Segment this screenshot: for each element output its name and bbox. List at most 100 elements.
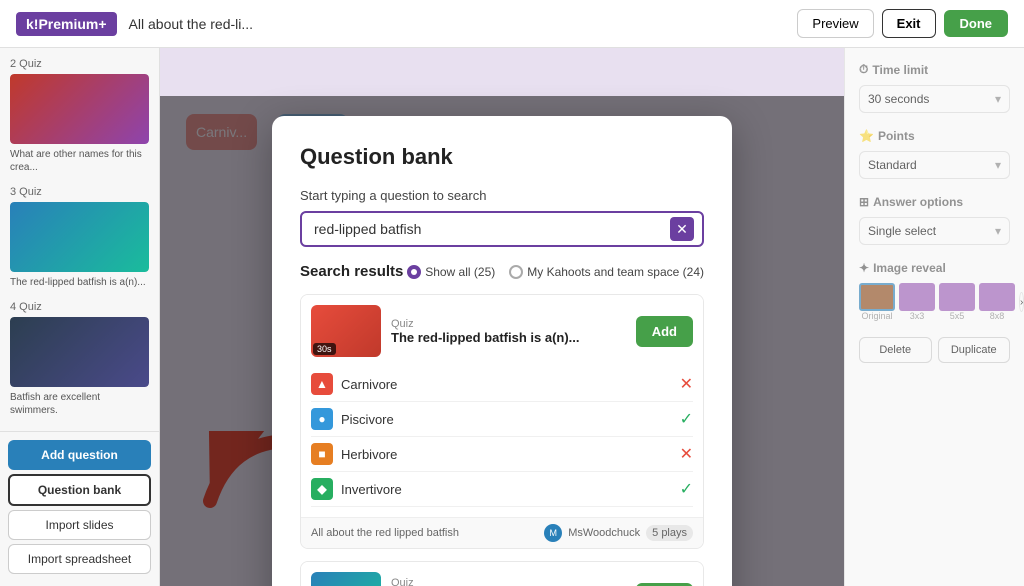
reveal-option-3x3[interactable]: 3x3 (899, 283, 935, 321)
result-info-1: Quiz The red-lipped batfish is a(n)... (391, 318, 626, 345)
points-title: ⭐ Points (859, 129, 1010, 143)
clock-icon: ⏱ (859, 62, 868, 77)
sidebar-item-2[interactable]: 2 Quiz What are other names for this cre… (10, 58, 149, 174)
answer-left: ◆ Invertivore (311, 478, 402, 500)
result-question-1: The red-lipped batfish is a(n)... (391, 330, 626, 345)
grid-icon: ⊞ (859, 195, 869, 209)
answer-left: ■ Herbivore (311, 443, 397, 465)
result-item-2: 30s Quiz Where can you find the red-lipp… (300, 561, 704, 586)
search-input[interactable] (310, 217, 670, 241)
result-thumbnail-2: 30s (311, 572, 381, 586)
answer-text: Invertivore (341, 482, 402, 497)
import-spreadsheet-button[interactable]: Import spreadsheet (8, 544, 151, 574)
quiz-item-title: Batfish are excellent swimmers. (10, 391, 149, 417)
radio-dot-filled (407, 265, 421, 279)
answer-options-section: ⊞ Answer options Single select ▾ (859, 195, 1010, 245)
reveal-option-8x8[interactable]: 8x8 (979, 283, 1015, 321)
question-bank-button[interactable]: Question bank (8, 474, 151, 506)
radio-my-kahoots[interactable]: My Kahoots and team space (24) (509, 265, 704, 279)
result-footer-1: All about the red lipped batfish M MsWoo… (301, 517, 703, 548)
answer-text: Herbivore (341, 447, 397, 462)
done-button[interactable]: Done (944, 10, 1009, 37)
radio-dot-empty (509, 265, 523, 279)
reveal-icon: ✦ (859, 261, 869, 275)
points-select[interactable]: Standard ▾ (859, 151, 1010, 179)
import-slides-button[interactable]: Import slides (8, 510, 151, 540)
answer-icon-red: ▲ (311, 373, 333, 395)
duplicate-button[interactable]: Duplicate (938, 337, 1011, 363)
result-type-2: Quiz (391, 577, 626, 586)
right-panel: ⏱ Time limit 30 seconds ▾ ⭐ Points Stand… (844, 48, 1024, 586)
answer-icon-blue: ● (311, 408, 333, 430)
answer-item: ◆ Invertivore ✓ (311, 472, 693, 507)
footer-user: All about the red lipped batfish (311, 527, 459, 539)
star-icon: ⭐ (859, 129, 874, 143)
preview-button[interactable]: Preview (797, 9, 873, 38)
answer-options-select[interactable]: Single select ▾ (859, 217, 1010, 245)
quiz-num: 4 Quiz (10, 301, 149, 313)
answer-left: ● Piscivore (311, 408, 394, 430)
footer-right: M MsWoodchuck 5 plays (544, 524, 693, 542)
center-area: Carniv... Herbiv... Question bank (160, 48, 844, 586)
quiz-num: 3 Quiz (10, 186, 149, 198)
chevron-down-icon: ▾ (995, 224, 1001, 238)
result-item-1: 30s Quiz The red-lipped batfish is a(n).… (300, 294, 704, 549)
add-result-button-1[interactable]: Add (636, 316, 693, 347)
sidebar-item-4[interactable]: 4 Quiz Batfish are excellent swimmers. (10, 301, 149, 417)
answer-wrong-icon: ✕ (680, 374, 693, 394)
plays-badge: 5 plays (646, 525, 693, 541)
topbar-right: Preview Exit Done (797, 9, 1008, 38)
brand-logo: k!Premium+ (16, 12, 117, 36)
quiz-thumbnail (10, 317, 149, 387)
answer-left: ▲ Carnivore (311, 373, 397, 395)
thumb-badge-1: 30s (313, 343, 336, 355)
answer-options-title: ⊞ Answer options (859, 195, 1010, 209)
image-reveal-title: ✦ Image reveal (859, 261, 1010, 275)
panel-bottom-actions: Delete Duplicate (859, 337, 1010, 363)
reveal-nav-arrow[interactable]: › (1019, 292, 1024, 312)
quiz-thumbnail (10, 202, 149, 272)
answer-correct-icon: ✓ (680, 479, 693, 499)
reveal-option-5x5[interactable]: 5x5 (939, 283, 975, 321)
add-result-button-2[interactable]: Add (636, 583, 693, 586)
quiz-num: 2 Quiz (10, 58, 149, 70)
result-info-2: Quiz Where can you find the red-lipped b… (391, 577, 626, 586)
radio-show-all[interactable]: Show all (25) (407, 265, 495, 279)
image-reveal-section: ✦ Image reveal Original 3x3 5x5 (859, 261, 1010, 321)
result-header-2: 30s Quiz Where can you find the red-lipp… (301, 562, 703, 586)
answer-text: Piscivore (341, 412, 394, 427)
points-section: ⭐ Points Standard ▾ (859, 129, 1010, 179)
topbar-left: k!Premium+ All about the red-li... (16, 12, 253, 36)
delete-button[interactable]: Delete (859, 337, 932, 363)
quiz-item-title: The red-lipped batfish is a(n)... (10, 276, 149, 289)
answer-correct-icon: ✓ (680, 409, 693, 429)
time-limit-title: ⏱ Time limit (859, 62, 1010, 77)
sidebar-actions: Add question Question bank Import slides… (0, 431, 160, 586)
footer-username: MsWoodchuck (568, 527, 640, 539)
time-limit-select[interactable]: 30 seconds ▾ (859, 85, 1010, 113)
user-avatar: M (544, 524, 562, 542)
chevron-down-icon: ▾ (995, 158, 1001, 172)
search-label: Start typing a question to search (300, 188, 704, 203)
answer-icon-orange: ■ (311, 443, 333, 465)
result-header-1: 30s Quiz The red-lipped batfish is a(n).… (301, 295, 703, 367)
answer-icon-green: ◆ (311, 478, 333, 500)
image-reveal-options: Original 3x3 5x5 8x8 › (859, 283, 1010, 321)
question-bank-modal: Question bank Start typing a question to… (272, 116, 732, 586)
topbar-title: All about the red-li... (129, 16, 254, 32)
quiz-item-title: What are other names for this crea... (10, 148, 149, 174)
results-header: Search results Show all (25) My Kahoots … (300, 263, 704, 280)
answer-text: Carnivore (341, 377, 397, 392)
answer-item: ● Piscivore ✓ (311, 402, 693, 437)
exit-button[interactable]: Exit (882, 9, 936, 38)
answer-item: ▲ Carnivore ✕ (311, 367, 693, 402)
result-type-1: Quiz (391, 318, 626, 330)
search-box[interactable]: ✕ (300, 211, 704, 247)
modal-overlay: Question bank Start typing a question to… (160, 96, 844, 586)
add-question-button[interactable]: Add question (8, 440, 151, 470)
reveal-option-original[interactable]: Original (859, 283, 895, 321)
search-clear-button[interactable]: ✕ (670, 217, 694, 241)
sidebar-item-3[interactable]: 3 Quiz The red-lipped batfish is a(n)... (10, 186, 149, 289)
results-title: Search results (300, 263, 403, 280)
topbar: k!Premium+ All about the red-li... Previ… (0, 0, 1024, 48)
